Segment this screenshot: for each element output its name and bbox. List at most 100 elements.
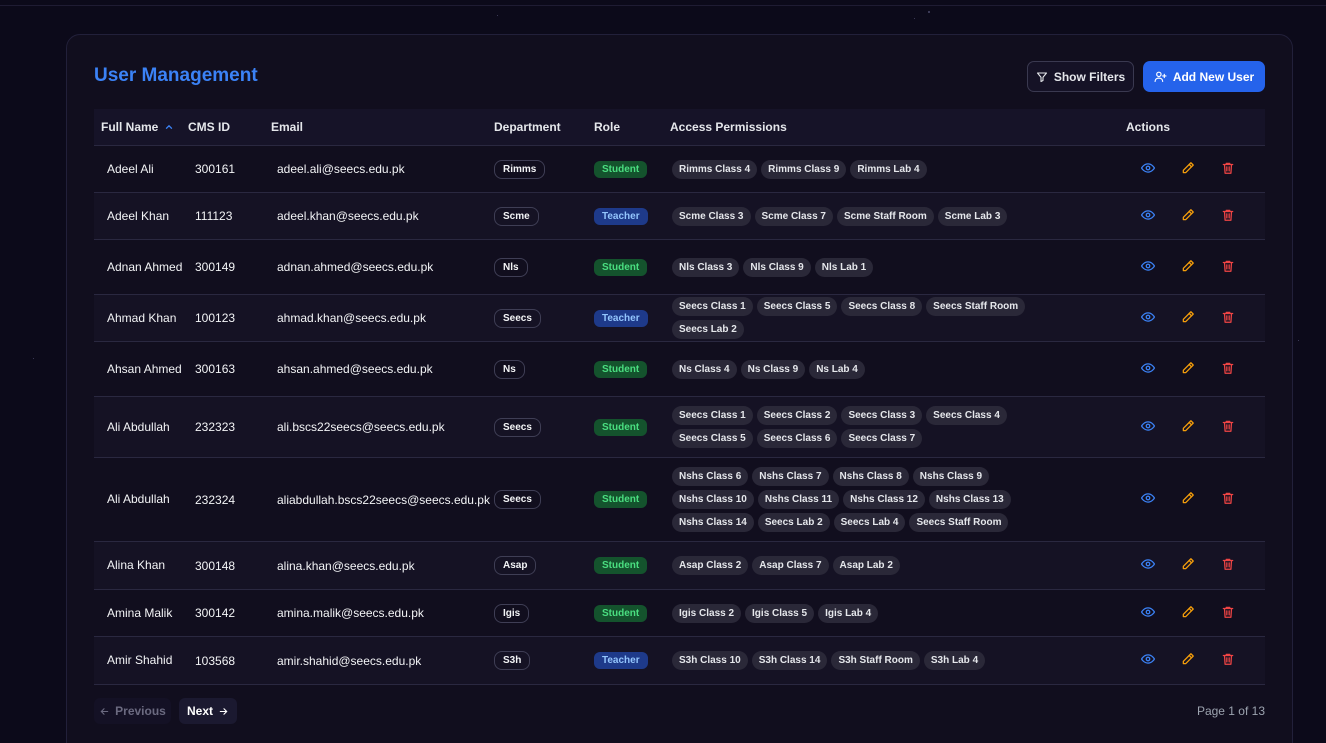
permission-badge: Rimms Class 4: [672, 159, 758, 179]
table-row: Amir Shahid 103568 amir.shahid@seecs.edu.p…: [94, 637, 1265, 685]
delete-user-button[interactable]: [1208, 208, 1248, 225]
add-new-user-button[interactable]: Add New User: [1143, 61, 1265, 92]
delete-user-button[interactable]: [1208, 652, 1248, 669]
cell-full-name: Adnan Ahmed: [107, 259, 183, 274]
table-row: Ali Abdullah 232323 ali.bscs22seecs@seecs.…: [94, 397, 1265, 458]
cell-full-name: Ahsan Ahmed: [107, 361, 182, 376]
permission-badge: S3h Class 10: [672, 651, 748, 670]
cell-access-permissions: Igis Class 2 Igis Class 5 Igis Lab 4: [665, 603, 1125, 623]
cell-cms-id: 103568: [195, 653, 236, 668]
permission-badge: Nshs Class 12: [843, 490, 925, 509]
previous-label: Previous: [115, 704, 166, 718]
delete-user-button[interactable]: [1208, 491, 1248, 508]
cell-email: amina.malik@seecs.edu.pk: [277, 606, 424, 620]
permission-badge: Igis Lab 4: [818, 603, 879, 623]
permission-badge: Rimms Class 9: [761, 159, 847, 179]
permission-badge: Seecs Class 5: [756, 297, 838, 316]
column-header-email[interactable]: Email: [264, 120, 487, 134]
column-header-full-name[interactable]: Full Name: [94, 119, 188, 136]
view-user-button[interactable]: [1128, 557, 1168, 574]
permission-badge: Seecs Class 2: [756, 406, 838, 425]
cell-access-permissions: Seecs Class 1 Seecs Class 5 Seecs Class 8S…: [665, 297, 1125, 339]
delete-user-button[interactable]: [1208, 419, 1248, 436]
role-badge: Student: [594, 360, 648, 378]
cell-role: Teacher: [587, 309, 665, 327]
users-table: Full Name CMS ID Email Department Role A…: [94, 109, 1265, 685]
permission-badge: Nshs Class 7: [752, 467, 829, 486]
permission-badge: Asap Class 2: [672, 556, 749, 575]
permission-badge: Nls Lab 1: [814, 257, 874, 277]
cell-access-permissions: Nls Class 3 Nls Class 9 Nls Lab 1: [665, 257, 1125, 277]
delete-user-button[interactable]: [1208, 310, 1248, 327]
cell-department: Scme: [487, 206, 587, 226]
view-user-button[interactable]: [1128, 419, 1168, 436]
permission-badge: Seecs Class 1: [672, 406, 753, 425]
delete-user-button[interactable]: [1208, 557, 1248, 574]
cell-full-name: Amina Malik: [107, 605, 173, 620]
cell-department: Seecs: [487, 490, 587, 509]
cell-cms-id: 300163: [195, 362, 236, 376]
permission-badge: Nls Class 9: [743, 257, 811, 277]
column-header-cms-id[interactable]: CMS ID: [188, 120, 264, 134]
trash-icon: [1221, 605, 1235, 622]
arrow-left-icon: [100, 707, 109, 715]
edit-user-button[interactable]: [1168, 259, 1208, 276]
edit-user-button[interactable]: [1168, 491, 1208, 508]
cell-full-name: Ali Abdullah: [107, 419, 170, 434]
pencil-icon: [1181, 652, 1195, 669]
next-page-button[interactable]: Next: [179, 698, 237, 724]
page-indicator: Page 1 of 13: [1196, 704, 1265, 718]
delete-user-button[interactable]: [1208, 361, 1248, 378]
permission-badge: Igis Class 5: [745, 603, 815, 623]
department-badge: Asap: [494, 556, 537, 575]
role-badge: Student: [594, 604, 648, 622]
cell-access-permissions: Seecs Class 1 Seecs Class 2 Seecs Class 3S…: [665, 406, 1125, 448]
view-user-button[interactable]: [1128, 208, 1168, 225]
permission-badge: S3h Lab 4: [923, 651, 986, 670]
view-user-button[interactable]: [1128, 310, 1168, 327]
edit-user-button[interactable]: [1168, 208, 1208, 225]
previous-page-button[interactable]: Previous: [94, 698, 171, 724]
view-user-button[interactable]: [1128, 161, 1168, 178]
cell-cms-id: 300161: [195, 162, 236, 176]
edit-user-button[interactable]: [1168, 419, 1208, 436]
trash-icon: [1221, 491, 1235, 508]
cell-email: ahmad.khan@seecs.edu.pk: [277, 311, 426, 325]
cell-email: aliabdullah.bscs22seecs@seecs.edu.pk: [277, 492, 490, 507]
view-user-button[interactable]: [1128, 491, 1168, 508]
delete-user-button[interactable]: [1208, 259, 1248, 276]
department-badge: Seecs: [494, 490, 541, 509]
edit-user-button[interactable]: [1168, 605, 1208, 622]
trash-icon: [1221, 310, 1235, 327]
edit-user-button[interactable]: [1168, 310, 1208, 327]
cell-actions: [1125, 491, 1265, 508]
column-header-department[interactable]: Department: [487, 120, 587, 134]
view-user-button[interactable]: [1128, 652, 1168, 669]
permission-badge: Rimms Lab 4: [850, 159, 927, 179]
delete-user-button[interactable]: [1208, 161, 1248, 178]
edit-user-button[interactable]: [1168, 161, 1208, 178]
eye-icon: [1140, 310, 1156, 327]
role-badge: Student: [594, 160, 648, 178]
view-user-button[interactable]: [1128, 605, 1168, 622]
cell-role: Student: [587, 491, 665, 508]
permission-badge: Scme Class 7: [754, 206, 833, 226]
cell-role: Student: [587, 557, 665, 574]
show-filters-label: Show Filters: [1053, 69, 1126, 84]
edit-user-button[interactable]: [1168, 557, 1208, 574]
permission-badge: Nshs Class 9: [912, 467, 990, 486]
view-user-button[interactable]: [1128, 361, 1168, 378]
edit-user-button[interactable]: [1168, 652, 1208, 669]
role-badge: Student: [594, 258, 648, 276]
pencil-icon: [1181, 557, 1195, 574]
cell-department: S3h: [487, 651, 587, 670]
cell-department: Ns: [487, 359, 587, 379]
show-filters-button[interactable]: Show Filters: [1027, 61, 1134, 92]
column-header-role[interactable]: Role: [587, 120, 665, 134]
edit-user-button[interactable]: [1168, 361, 1208, 378]
permission-badge: Seecs Class 6: [756, 429, 838, 448]
department-badge: Seecs: [494, 417, 541, 437]
view-user-button[interactable]: [1128, 259, 1168, 276]
delete-user-button[interactable]: [1208, 605, 1248, 622]
cell-department: Seecs: [487, 308, 587, 328]
